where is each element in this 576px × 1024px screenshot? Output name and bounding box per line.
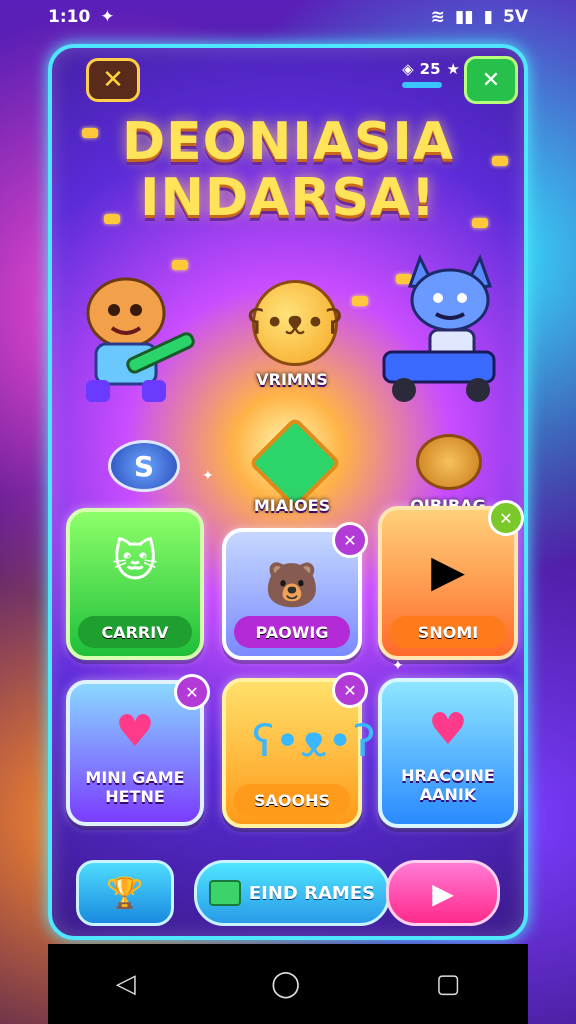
- find-games-button[interactable]: EIND RAMES: [194, 860, 390, 926]
- mid-label-left: MIAIOES: [253, 496, 331, 515]
- top-bar: ✕ ◈ 25 ★ ✕: [52, 54, 524, 104]
- settings-button[interactable]: ✕: [464, 56, 518, 104]
- close-badge-icon[interactable]: ✕: [174, 674, 210, 710]
- close-badge-icon[interactable]: ✕: [488, 500, 524, 536]
- cat-icon: 🐱: [112, 536, 158, 587]
- coin-decor: [82, 128, 98, 138]
- gem-icon: ◈: [402, 60, 414, 78]
- status-bar: 1:10 ✦ ≋ ▮▮ ▮ 5V: [0, 0, 576, 34]
- game-title: DEONIASIA INDARSA!: [52, 114, 524, 226]
- card-title: MINI GAME HETNE: [85, 768, 185, 806]
- game-card-1[interactable]: 🐱 CARRIV: [66, 508, 204, 660]
- card-pill: CARRIV: [78, 616, 192, 648]
- status-right: ≋ ▮▮ ▮ 5V: [431, 7, 528, 27]
- blue-bear-icon: ʕ•ᴥ•ʔ: [252, 716, 376, 767]
- card-pill: SNOMI: [390, 616, 506, 648]
- heart-icon: ♥: [428, 704, 468, 755]
- card-title: HRACOINE AANIK: [401, 766, 495, 804]
- nav-home-icon[interactable]: ◯: [271, 969, 300, 999]
- currency-bar: [402, 82, 443, 88]
- coin-decor: [492, 156, 508, 166]
- nav-recent-icon[interactable]: ▢: [436, 969, 461, 999]
- battery-icon: ▮: [483, 7, 493, 27]
- notification-icon: ✦: [100, 7, 115, 27]
- center-label: VRIMNS: [256, 370, 328, 389]
- close-icon: ✕: [102, 65, 124, 95]
- title-line-1: DEONIASIA: [121, 112, 455, 172]
- game-panel: ✕ ◈ 25 ★ ✕ DEONIASIA INDARSA! ʕ•ᴥ•ʔ VRIM…: [48, 44, 528, 940]
- star-icon: ★: [446, 60, 460, 78]
- sparkle-icon: ✦: [392, 658, 404, 674]
- close-icon: ✕: [481, 67, 501, 93]
- pineapple-icon[interactable]: [416, 434, 482, 490]
- status-left: 1:10 ✦: [48, 7, 115, 27]
- coin-decor: [104, 214, 120, 224]
- close-badge-icon[interactable]: ✕: [332, 672, 368, 708]
- game-card-5[interactable]: ✕ ʕ•ᴥ•ʔ SAOOHS: [222, 672, 376, 828]
- bear-hat-icon: 🐻: [264, 560, 320, 611]
- coin-icon[interactable]: S: [108, 440, 180, 492]
- sparkle-icon: ✦: [202, 468, 214, 484]
- find-games-label: EIND RAMES: [248, 882, 376, 904]
- trophy-button[interactable]: 🏆: [76, 860, 174, 926]
- wifi-icon: ≋: [430, 7, 445, 27]
- currency-value: 25: [419, 60, 441, 78]
- game-card-2[interactable]: ✕ 🐻 PAOWIG: [222, 522, 368, 660]
- play-button[interactable]: ▶: [386, 860, 500, 926]
- coin-decor: [352, 296, 368, 306]
- close-badge-icon[interactable]: ✕: [332, 522, 368, 558]
- bottom-action-bar: 🏆 EIND RAMES ▶: [76, 856, 500, 926]
- gift-icon: [208, 880, 241, 906]
- game-card-4[interactable]: ✕ ♥ MINI GAME HETNE: [66, 674, 210, 826]
- play-tile-icon: ▶: [431, 546, 465, 597]
- close-button[interactable]: ✕: [86, 58, 140, 102]
- nav-back-icon[interactable]: ◁: [116, 969, 136, 999]
- card-pill: SAOOHS: [234, 784, 350, 816]
- heart-icon: ♥: [115, 706, 155, 757]
- play-icon: ▶: [432, 876, 454, 910]
- cat-cart-character: [382, 254, 496, 402]
- currency-display: ◈ 25 ★: [402, 60, 460, 88]
- status-time: 1:10: [48, 7, 91, 27]
- signal-icon: ▮▮: [454, 7, 474, 27]
- bear-icon[interactable]: ʕ•ᴥ•ʔ: [247, 280, 343, 366]
- trophy-icon: 🏆: [106, 875, 144, 911]
- coin-decor: [472, 218, 488, 228]
- game-card-6[interactable]: ♥ HRACOINE AANIK: [378, 678, 518, 828]
- card-pill: PAOWIG: [234, 616, 350, 648]
- title-line-2: INDARSA!: [140, 168, 436, 228]
- girl-guitar-character: [86, 277, 195, 402]
- game-card-3[interactable]: ✕ ▶ SNOMI: [378, 500, 524, 660]
- status-right-text: 5V: [503, 7, 528, 27]
- system-nav-bar: ◁ ◯ ▢: [48, 944, 528, 1024]
